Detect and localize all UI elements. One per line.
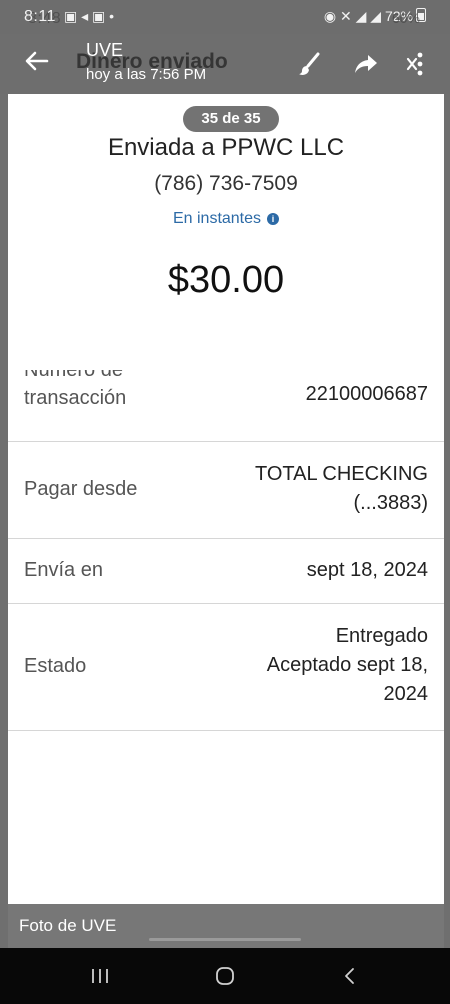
send-on-value: sept 18, 2024	[306, 559, 428, 581]
pay-from-account: TOTAL CHECKING	[255, 463, 428, 485]
status-label: Estado	[24, 655, 87, 677]
recipient-phone: (786) 736-7509	[154, 172, 298, 195]
transaction-number-label: Número de transacción	[24, 370, 194, 413]
status-bar: 8:48 8:11 ▣ ◂ ▣ • ◉ ✕ ◢ ◢ 72% 60%	[0, 0, 450, 34]
pay-from-value: TOTAL CHECKING (...3883)	[255, 460, 428, 518]
image-counter-badge: 35 de 35	[183, 106, 279, 132]
recipient-heading: Enviada a PPWC LLC	[107, 134, 345, 161]
detail-row-send-on: Envía en sept 18, 2024	[8, 539, 444, 604]
transaction-panel: 35 de 35 Enviada a PPWC LLC (786) 736-75…	[8, 94, 444, 904]
home-icon[interactable]	[214, 965, 236, 987]
transaction-number-value: 22100006687	[305, 383, 428, 405]
transaction-number-label-cut: Número de	[24, 370, 123, 381]
app-header: Dinero enviado UVE hoy a las 7:56 PM	[0, 34, 450, 94]
pay-from-label: Pagar desde	[24, 478, 138, 500]
send-on-label: Envía en	[24, 559, 103, 581]
share-icon[interactable]	[352, 50, 380, 78]
sent-timestamp: hoy a las 7:56 PM	[86, 66, 207, 83]
arrow-left-icon[interactable]	[22, 46, 52, 76]
sender-name: UVE	[86, 40, 124, 60]
more-vertical-icon[interactable]	[404, 50, 426, 78]
notification-icons: ▣ ◂ ▣ •	[64, 8, 115, 24]
status-right: ◉ ✕ ◢ ◢ 72% 60%	[323, 8, 426, 26]
recents-icon[interactable]	[90, 966, 110, 986]
brush-icon[interactable]	[296, 50, 324, 78]
status-accepted: Aceptado sept 18,	[266, 654, 428, 676]
signal-icons: ◉ ✕ ◢ ◢	[323, 8, 385, 24]
drag-handle[interactable]	[149, 938, 301, 941]
detail-row-transaction-number: Número de transacción 22100006687	[8, 370, 444, 442]
detail-row-pay-from: Pagar desde TOTAL CHECKING (...3883)	[8, 442, 444, 539]
delivery-speed: En instantes i	[8, 210, 444, 228]
info-icon[interactable]: i	[267, 213, 280, 225]
delivery-speed-label: En instantes	[172, 210, 262, 227]
system-nav-bar	[0, 948, 450, 1004]
status-accepted-year: 2024	[383, 683, 429, 705]
amount: $30.00	[167, 259, 285, 301]
status-time: 8:11	[24, 8, 56, 25]
back-icon[interactable]	[340, 966, 360, 986]
detail-row-status: Estado Entregado Aceptado sept 18, 2024	[8, 604, 444, 731]
status-value: Entregado Aceptado sept 18, 2024	[267, 622, 428, 709]
pay-from-account-number: (...3883)	[353, 492, 428, 514]
battery-level-ghost: 60%	[391, 10, 420, 26]
transaction-number-label-bottom: transacción	[24, 387, 127, 409]
photo-caption-bar: Foto de UVE	[8, 904, 444, 948]
photo-caption: Foto de UVE	[19, 916, 117, 935]
status-delivered: Entregado	[335, 625, 428, 647]
